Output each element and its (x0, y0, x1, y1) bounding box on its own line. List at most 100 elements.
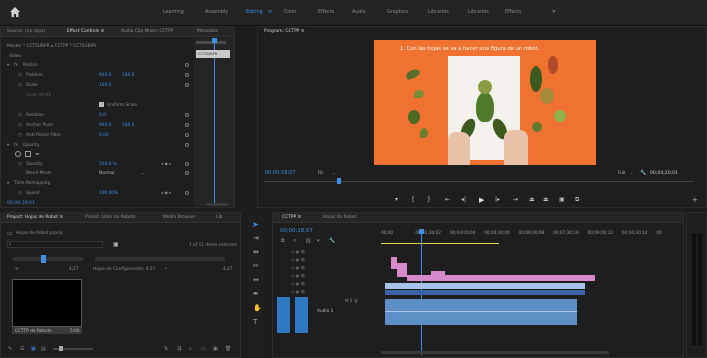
list-view-icon[interactable]: ☰ (20, 346, 24, 352)
program-monitor-title[interactable]: Program: CCTPP ≡ (264, 29, 305, 34)
reset-icon[interactable] (185, 191, 189, 195)
chevron-down-icon[interactable]: ⌄ (630, 171, 634, 176)
tab-sequence-cctpp[interactable]: CCTPP ≡ (282, 215, 301, 220)
lift-icon[interactable]: ⏏ (529, 196, 535, 203)
project-search-input[interactable] (7, 241, 103, 248)
audio-track-toggles[interactable]: M S 🎙 (345, 298, 359, 303)
track-toggle-icons[interactable]: ▭ ◉ 👁 (291, 273, 305, 278)
video-clip-v1[interactable] (385, 283, 585, 289)
track-toggle-icons[interactable]: ▭ ◉ 👁 (291, 289, 305, 294)
rectangle-mask-icon[interactable] (25, 151, 31, 157)
opacity-value[interactable]: 100.0 % (99, 162, 117, 167)
reset-icon[interactable] (185, 113, 189, 117)
icon-view-icon[interactable]: ▦ (31, 346, 36, 352)
ripple-edit-tool-icon[interactable]: ⇹ (253, 248, 259, 256)
wrench-icon[interactable]: 🔧 (640, 170, 646, 176)
marker-icon[interactable]: ▾ (395, 196, 398, 203)
stopwatch-icon[interactable]: ◷ (18, 113, 22, 118)
effect-timecode[interactable]: 00:00:18:01 (7, 201, 35, 206)
audio-level-slider[interactable] (13, 257, 83, 261)
stopwatch-icon[interactable]: ◷ (18, 162, 22, 167)
video-clip[interactable] (407, 275, 595, 281)
effect-zoom-scrollbar[interactable] (206, 203, 228, 206)
play-icon[interactable]: ▶ (479, 196, 484, 204)
sort-icon[interactable]: ⇅ (164, 346, 168, 352)
new-item-icon[interactable]: ▣ (213, 346, 218, 352)
mark-in-icon[interactable]: { (411, 196, 415, 203)
workspace-tab-assembly[interactable]: Assembly (205, 10, 228, 15)
settings-icon[interactable]: 🔧 (329, 238, 335, 244)
effect-mini-timeline[interactable]: CCTSUBPR (194, 38, 234, 206)
ellipse-mask-icon[interactable] (15, 151, 21, 157)
zoom-slider-handle[interactable] (59, 346, 63, 351)
workspace-tab-editing[interactable]: Editing (246, 10, 263, 15)
video-clip[interactable] (397, 263, 407, 277)
reset-icon[interactable] (185, 83, 189, 87)
program-timecode[interactable]: 00;00;18;07 (265, 170, 296, 176)
timeline-timecode[interactable]: 00;00;18;07 (280, 228, 313, 234)
more-workspaces-icon[interactable]: » (552, 8, 556, 15)
uniform-scale-checkbox[interactable] (99, 102, 104, 107)
workspace-menu-icon[interactable]: ≡ (268, 9, 272, 15)
chevron-down-icon[interactable]: ⌄ (332, 171, 336, 176)
video-clip-v1b[interactable] (385, 290, 585, 295)
freeform-view-icon[interactable]: ▤ (41, 346, 46, 352)
chevron-down-icon[interactable]: ⌄ (141, 171, 145, 176)
hand-tool-icon[interactable]: ✋ (253, 304, 262, 312)
workspace-tab-effects[interactable]: Effects (318, 10, 334, 15)
work-area-bar[interactable] (381, 243, 499, 244)
program-scrub-bar[interactable] (264, 181, 694, 182)
slider-track[interactable] (159, 257, 225, 261)
reset-icon[interactable] (185, 143, 189, 147)
razor-tool-icon[interactable]: ✂ (253, 262, 259, 270)
scale-value[interactable]: 100.0 (99, 83, 111, 88)
speed-value[interactable]: 100.00% (99, 191, 118, 196)
stopwatch-icon[interactable]: ◷ (18, 191, 22, 196)
mini-playhead[interactable] (214, 38, 215, 206)
source-patch-video[interactable] (277, 297, 290, 333)
step-forward-icon[interactable]: |▸ (495, 196, 500, 203)
reset-icon[interactable] (185, 162, 189, 166)
workspace-tab-audio[interactable]: Audio (352, 10, 366, 15)
track-toggle-icons[interactable]: ▭ ◉ 👁 (291, 265, 305, 270)
go-to-out-icon[interactable]: ⇥ (513, 196, 518, 203)
mark-out-icon[interactable]: } (427, 196, 431, 203)
anchor-y-value[interactable]: 540.0 (122, 123, 134, 128)
automate-icon[interactable]: ⇶ (177, 346, 181, 352)
extract-icon[interactable]: ⏏ (543, 196, 549, 203)
workspace-tab-graphics[interactable]: Graphics (387, 10, 408, 15)
zoom-fit-dropdown[interactable]: Fit (318, 171, 323, 176)
add-marker-icon[interactable]: ▾ (317, 238, 320, 244)
home-icon[interactable] (9, 6, 21, 18)
tab-project[interactable]: Project: Hojas de Robot ≡ (7, 215, 63, 220)
pen-tool-icon[interactable]: ✒ (253, 290, 259, 298)
slider-track[interactable] (95, 257, 161, 261)
program-playhead[interactable] (337, 178, 341, 184)
slip-tool-icon[interactable]: ↔ (253, 276, 259, 284)
workspace-tab-learning[interactable]: Learning (163, 10, 184, 15)
export-frame-icon[interactable]: ▣ (559, 196, 565, 203)
reset-icon[interactable] (185, 63, 189, 67)
workspace-tab-libraries-2[interactable]: Libraries (468, 10, 489, 15)
mini-playhead-handle[interactable] (212, 38, 217, 43)
track-toggle-icons[interactable]: ▭ ◉ 👁 (291, 249, 305, 254)
rotation-value[interactable]: 0.0 (99, 113, 106, 118)
track-area[interactable] (381, 253, 677, 343)
time-ruler[interactable]: 00;00 00;01;30;02 00;03;00;04 00;04;30;06 00… (381, 230, 677, 241)
timeline-scrollbar[interactable] (381, 351, 609, 354)
playhead-handle[interactable] (419, 229, 424, 234)
add-button-icon[interactable]: + (692, 196, 698, 204)
workspace-tab-libraries[interactable]: Libraries (428, 10, 449, 15)
new-bin-icon[interactable]: ▭ (201, 346, 206, 352)
tab-metadata[interactable]: Metadata (197, 29, 218, 34)
anchor-x-value[interactable]: 960.0 (99, 123, 111, 128)
keyframe-navigator[interactable]: ◂ ◆ ▸ (161, 162, 171, 167)
clip-selector[interactable]: Master * CCTSUBPR ▸ CCTPP * CCTSUBPR (7, 44, 96, 49)
tab-libraries[interactable]: Lib (216, 215, 222, 220)
step-back-icon[interactable]: ◂| (461, 196, 466, 203)
tab-source[interactable]: Source: (no clips) (7, 29, 45, 34)
position-y-value[interactable]: 540.0 (122, 73, 134, 78)
motion-expand-icon[interactable]: ▾ (7, 63, 9, 68)
tab-sequence-hojas[interactable]: Hojas de Robot (323, 215, 356, 220)
type-tool-icon[interactable]: T (253, 318, 257, 326)
